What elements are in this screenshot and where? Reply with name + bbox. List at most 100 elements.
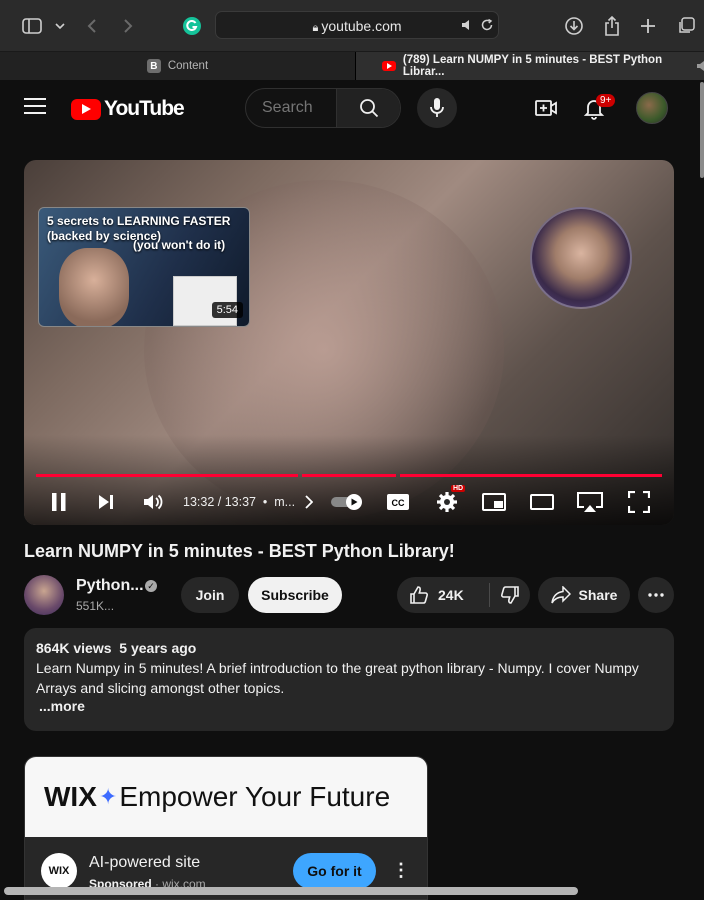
- verified-check-icon: ✓: [145, 580, 157, 592]
- new-tab-icon[interactable]: [636, 14, 660, 38]
- ad-banner-tagline: Empower Your Future: [119, 781, 391, 812]
- menu-icon[interactable]: [24, 98, 46, 116]
- video-title: Learn NUMPY in 5 minutes - BEST Python L…: [24, 541, 455, 561]
- endcard-overlay-text: (you won't do it): [133, 238, 226, 252]
- create-video-icon[interactable]: [534, 96, 558, 120]
- endscreen-channel-avatar[interactable]: [530, 207, 632, 309]
- more-horizontal-icon: [648, 593, 664, 597]
- share-icon: [550, 586, 571, 604]
- next-button[interactable]: [95, 491, 117, 513]
- search-icon: [359, 99, 378, 118]
- subscriber-count: 551K...: [76, 599, 115, 613]
- show-more-link[interactable]: ...more: [36, 698, 662, 714]
- ad-cta-button[interactable]: Go for it: [293, 853, 376, 889]
- vertical-scrollbar[interactable]: [700, 82, 704, 178]
- captions-button[interactable]: CC: [385, 491, 411, 513]
- description-text: Learn Numpy in 5 minutes! A brief introd…: [36, 660, 639, 696]
- downloads-icon[interactable]: [562, 14, 586, 38]
- tab-overview-icon[interactable]: [674, 14, 698, 38]
- back-icon[interactable]: [80, 14, 104, 38]
- horizontal-scrollbar[interactable]: [4, 887, 578, 895]
- audio-playing-icon[interactable]: [460, 18, 474, 37]
- thumbnail-document: [173, 276, 237, 326]
- airplay-icon: [577, 492, 603, 512]
- svg-text:CC: CC: [392, 498, 405, 508]
- progress-segment: [400, 474, 662, 477]
- time-display: 13:32 / 13:37 • m...: [183, 495, 296, 509]
- microphone-icon: [430, 98, 444, 117]
- description-box[interactable]: 864K views 5 years ago Learn Numpy in 5 …: [24, 628, 674, 731]
- volume-button[interactable]: [141, 491, 165, 513]
- chapter-chevron-icon[interactable]: [302, 491, 316, 513]
- join-button[interactable]: Join: [181, 577, 239, 613]
- hd-badge: HD: [451, 485, 466, 492]
- thumbs-up-icon: [410, 586, 429, 604]
- fullscreen-icon: [628, 491, 650, 513]
- youtube-play-logo-icon: [71, 98, 101, 120]
- endscreen-video-card[interactable]: 5 secrets to LEARNING FASTER (backed by s…: [38, 207, 250, 327]
- pause-button[interactable]: [48, 491, 70, 513]
- channel-name[interactable]: Python...: [76, 577, 144, 595]
- more-actions-button[interactable]: [638, 577, 674, 613]
- tab-youtube-video[interactable]: (789) Learn NUMPY in 5 minutes - BEST Py…: [356, 52, 704, 80]
- theater-icon: [530, 494, 554, 510]
- sparkle-icon: ✦: [98, 784, 118, 809]
- sponsored-ad-card[interactable]: WIX ✦ Empower Your Future WIX AI-powered…: [24, 756, 428, 900]
- share-page-icon[interactable]: [600, 14, 624, 38]
- ad-more-vertical-icon[interactable]: ⋮: [391, 861, 411, 881]
- youtube-logo[interactable]: YouTube: [71, 97, 185, 121]
- reload-icon[interactable]: [480, 18, 494, 37]
- miniplayer-button[interactable]: [481, 491, 507, 513]
- share-label: Share: [578, 587, 618, 603]
- tab-label: (789) Learn NUMPY in 5 minutes - BEST Py…: [402, 54, 663, 78]
- notification-count-badge: 9+: [596, 94, 616, 107]
- browser-tab-strip: B Content (789) Learn NUMPY in 5 minutes…: [0, 52, 704, 80]
- ad-banner-brand: WIX: [44, 781, 97, 812]
- tab-content[interactable]: B Content: [0, 52, 356, 80]
- endcard-duration: 5:54: [211, 302, 243, 318]
- advertiser-logo[interactable]: WIX: [41, 853, 77, 889]
- voice-search-button[interactable]: [417, 88, 457, 128]
- thumbnail-face: [59, 248, 129, 326]
- like-dislike-group: 24K: [397, 577, 530, 613]
- account-avatar[interactable]: [636, 92, 668, 124]
- forward-icon[interactable]: [116, 14, 140, 38]
- tab-audio-icon[interactable]: [696, 60, 704, 75]
- player-controls: 13:32 / 13:37 • m... CC HD: [24, 485, 674, 517]
- theater-mode-button[interactable]: [529, 491, 555, 513]
- sidebar-toggle-icon[interactable]: [20, 14, 44, 38]
- share-button[interactable]: Share: [538, 577, 630, 613]
- grammarly-extension-icon[interactable]: [180, 14, 204, 38]
- tab-label: Content: [167, 60, 209, 72]
- search-box: [245, 88, 401, 128]
- dislike-button[interactable]: [490, 577, 530, 613]
- like-button[interactable]: 24K: [397, 577, 489, 613]
- autoplay-toggle[interactable]: [329, 491, 365, 513]
- volume-icon: [144, 494, 163, 510]
- video-player[interactable]: 5 secrets to LEARNING FASTER (backed by s…: [24, 160, 674, 525]
- address-bar[interactable]: 🔒︎ youtube.com: [215, 11, 499, 39]
- fullscreen-button[interactable]: [627, 491, 651, 513]
- settings-button[interactable]: HD: [434, 485, 466, 513]
- pause-icon: [52, 493, 66, 511]
- thumbs-down-icon: [500, 586, 519, 604]
- search-input[interactable]: [246, 89, 338, 127]
- youtube-favicon-icon: [382, 61, 396, 71]
- progress-bar[interactable]: [36, 474, 662, 477]
- search-button[interactable]: [336, 89, 400, 127]
- logo-text: YouTube: [104, 97, 185, 120]
- tab-favicon: B: [146, 59, 161, 73]
- browser-toolbar: 🔒︎ youtube.com: [0, 0, 704, 52]
- miniplayer-icon: [482, 493, 506, 511]
- subscribe-button[interactable]: Subscribe: [248, 577, 342, 613]
- ad-banner[interactable]: WIX ✦ Empower Your Future: [25, 757, 427, 837]
- channel-avatar[interactable]: [24, 575, 64, 615]
- progress-segment: [302, 474, 396, 477]
- airplay-button[interactable]: [575, 491, 605, 513]
- chevron-down-icon[interactable]: [48, 14, 72, 38]
- owner-row: Python... ✓ 551K... Join Subscribe 24K S…: [24, 575, 674, 615]
- url-text: 🔒︎ youtube.com: [312, 18, 402, 34]
- skip-next-icon: [99, 495, 113, 509]
- gear-icon: [437, 492, 457, 512]
- ad-title[interactable]: AI-powered site: [89, 854, 200, 872]
